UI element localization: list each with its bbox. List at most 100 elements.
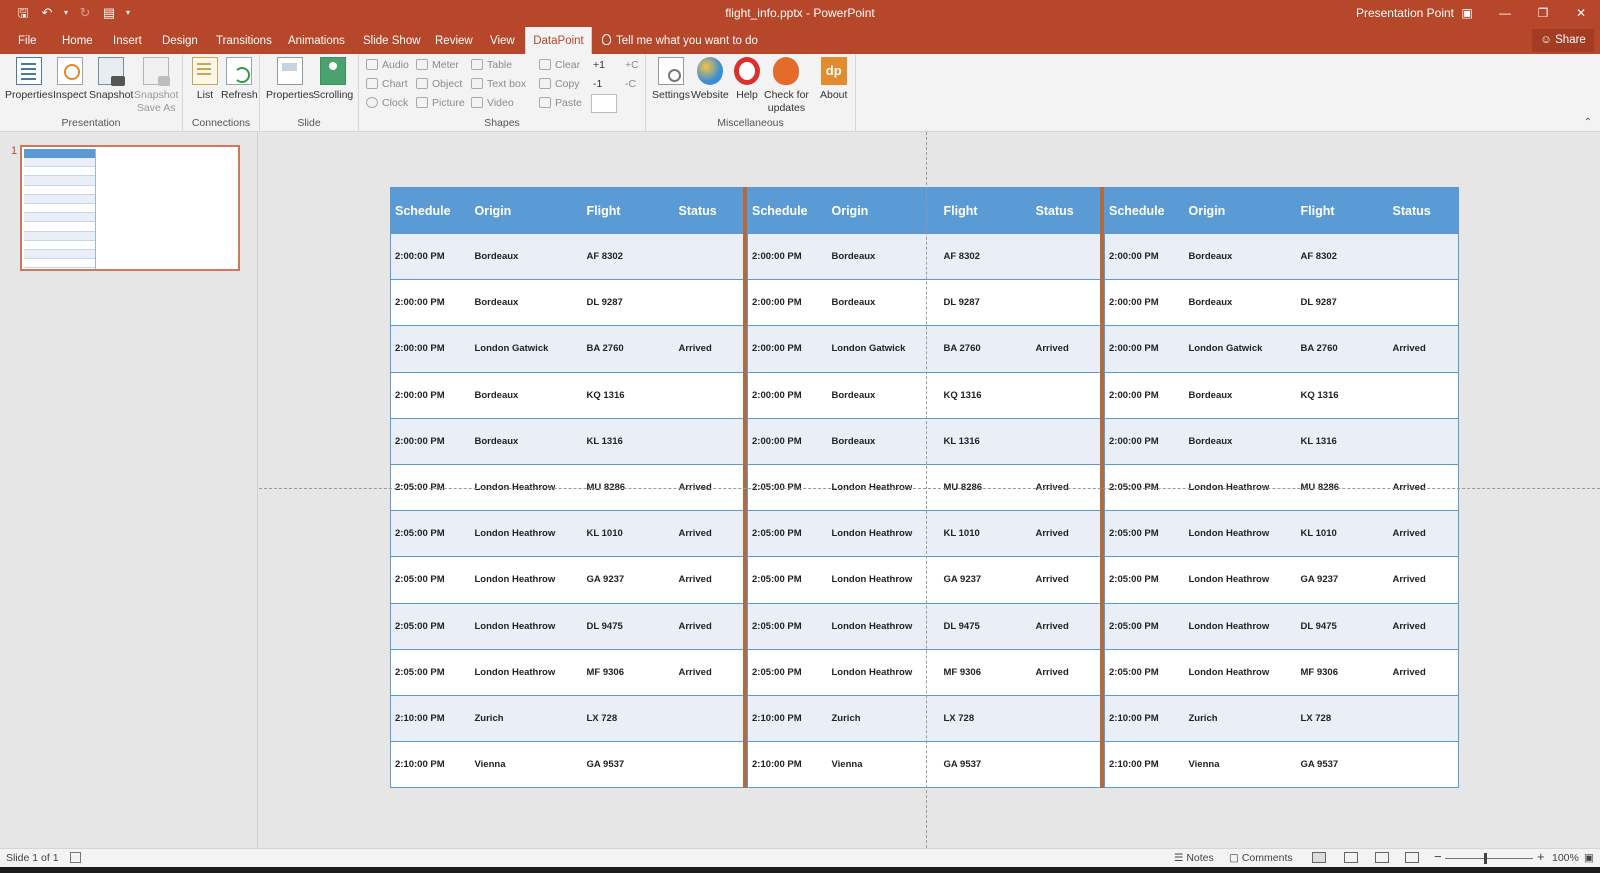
column-header[interactable]: Status <box>1031 187 1102 234</box>
table-cell[interactable]: 2:00:00 PM <box>390 371 471 419</box>
tab-transitions[interactable]: Transitions <box>216 27 272 54</box>
table-cell[interactable] <box>1031 741 1102 788</box>
presentation-properties-button[interactable]: Properties <box>5 57 53 102</box>
table-cell[interactable]: Arrived <box>674 510 745 557</box>
plus-one-button[interactable]: +1 <box>593 57 605 73</box>
tab-animations[interactable]: Animations <box>288 27 345 54</box>
column-header[interactable]: Origin <box>827 187 940 234</box>
snapshot-button[interactable]: Snapshot <box>89 57 133 102</box>
inspect-button[interactable]: Inspect <box>53 57 87 102</box>
table-cell[interactable] <box>1388 694 1459 742</box>
column-header[interactable]: Status <box>1388 187 1459 234</box>
table-cell[interactable]: Arrived <box>1388 602 1459 650</box>
value-input-box[interactable] <box>591 94 617 113</box>
video-button[interactable]: Video <box>471 95 514 111</box>
table-cell[interactable]: LX 728 <box>1296 694 1389 742</box>
minus-one-button[interactable]: -1 <box>593 76 602 92</box>
table-cell[interactable]: Arrived <box>1031 510 1102 557</box>
table-button[interactable]: Table <box>471 57 512 73</box>
table-cell[interactable]: KL 1316 <box>582 417 675 465</box>
table-cell[interactable]: 2:10:00 PM <box>1104 694 1185 742</box>
clock-button[interactable]: Clock <box>366 95 408 111</box>
table-cell[interactable]: Bordeaux <box>827 417 940 465</box>
table-cell[interactable] <box>1388 232 1459 280</box>
table-cell[interactable]: London Heathrow <box>827 556 940 603</box>
table-cell[interactable] <box>1388 279 1459 326</box>
table-cell[interactable]: Arrived <box>1388 510 1459 557</box>
table-cell[interactable]: London Heathrow <box>827 602 940 650</box>
table-cell[interactable]: BA 2760 <box>1296 325 1389 373</box>
table-cell[interactable]: 2:00:00 PM <box>1104 232 1185 280</box>
table-cell[interactable]: London Gatwick <box>827 325 940 373</box>
column-header[interactable]: Flight <box>939 187 1032 234</box>
table-cell[interactable]: LX 728 <box>939 694 1032 742</box>
table-cell[interactable]: London Heathrow <box>470 648 583 696</box>
table-cell[interactable]: GA 9237 <box>582 556 675 603</box>
table-cell[interactable]: 2:00:00 PM <box>390 325 471 373</box>
column-header[interactable]: Flight <box>582 187 675 234</box>
table-cell[interactable]: KL 1316 <box>1296 417 1389 465</box>
column-header[interactable]: Schedule <box>747 187 828 234</box>
table-cell[interactable]: 2:05:00 PM <box>390 556 471 603</box>
table-cell[interactable]: Bordeaux <box>827 279 940 326</box>
table-cell[interactable]: 2:05:00 PM <box>747 556 828 603</box>
table-cell[interactable]: 2:00:00 PM <box>747 232 828 280</box>
paste-button[interactable]: Paste <box>539 95 582 111</box>
table-cell[interactable] <box>674 371 745 419</box>
table-cell[interactable] <box>1031 417 1102 465</box>
table-cell[interactable]: 2:05:00 PM <box>390 602 471 650</box>
table-cell[interactable]: Bordeaux <box>827 232 940 280</box>
table-cell[interactable]: KL 1010 <box>582 510 675 557</box>
normal-view-icon[interactable] <box>1312 852 1326 863</box>
table-cell[interactable]: Arrived <box>674 648 745 696</box>
table-cell[interactable]: 2:05:00 PM <box>747 510 828 557</box>
meter-button[interactable]: Meter <box>416 57 459 73</box>
table-cell[interactable]: LX 728 <box>582 694 675 742</box>
tab-design[interactable]: Design <box>162 27 198 54</box>
table-cell[interactable]: Bordeaux <box>827 371 940 419</box>
snapshot-save-as-button[interactable]: Snapshot Save As <box>134 57 178 115</box>
table-cell[interactable]: 2:00:00 PM <box>390 417 471 465</box>
table-cell[interactable]: KL 1316 <box>939 417 1032 465</box>
table-cell[interactable]: Zurich <box>470 694 583 742</box>
restore-icon[interactable]: ❐ <box>1524 0 1562 27</box>
table-cell[interactable]: MF 9306 <box>1296 648 1389 696</box>
table-cell[interactable]: London Heathrow <box>827 648 940 696</box>
website-button[interactable]: Website <box>691 57 729 102</box>
table-cell[interactable]: AF 8302 <box>939 232 1032 280</box>
table-cell[interactable]: Bordeaux <box>470 417 583 465</box>
fit-to-window-icon[interactable]: ▣ <box>1584 852 1594 864</box>
table-cell[interactable]: DL 9475 <box>939 602 1032 650</box>
table-cell[interactable] <box>674 694 745 742</box>
horizontal-guide[interactable] <box>259 488 1600 489</box>
table-cell[interactable]: 2:05:00 PM <box>747 648 828 696</box>
table-cell[interactable]: 2:00:00 PM <box>747 417 828 465</box>
comments-button[interactable]: ▢ Comments <box>1229 852 1293 864</box>
table-cell[interactable] <box>1388 371 1459 419</box>
table-cell[interactable]: MF 9306 <box>582 648 675 696</box>
slide-thumbnail[interactable] <box>20 145 240 271</box>
table-cell[interactable]: MF 9306 <box>939 648 1032 696</box>
slide-properties-button[interactable]: Properties <box>266 57 314 102</box>
table-cell[interactable]: 2:00:00 PM <box>747 325 828 373</box>
tab-view[interactable]: View <box>490 27 515 54</box>
table-cell[interactable]: Arrived <box>1031 325 1102 373</box>
table-cell[interactable] <box>1031 371 1102 419</box>
table-cell[interactable]: Arrived <box>1388 325 1459 373</box>
table-cell[interactable]: 2:10:00 PM <box>390 694 471 742</box>
table-cell[interactable] <box>1388 417 1459 465</box>
plus-c-button[interactable]: +C <box>625 57 639 73</box>
table-cell[interactable]: Arrived <box>1388 648 1459 696</box>
copy-button[interactable]: Copy <box>539 76 580 92</box>
table-cell[interactable]: KQ 1316 <box>1296 371 1389 419</box>
tab-file[interactable]: File <box>18 27 37 54</box>
tab-home[interactable]: Home <box>62 27 93 54</box>
table-cell[interactable]: GA 9237 <box>1296 556 1389 603</box>
text-box-button[interactable]: Text box <box>471 76 526 92</box>
table-cell[interactable]: London Heathrow <box>827 510 940 557</box>
collapse-ribbon-icon[interactable]: ⌃ <box>1584 117 1592 128</box>
close-icon[interactable]: ✕ <box>1562 0 1600 27</box>
table-cell[interactable]: Bordeaux <box>1184 417 1297 465</box>
table-cell[interactable]: 2:10:00 PM <box>1104 741 1185 788</box>
table-cell[interactable]: London Heathrow <box>1184 648 1297 696</box>
